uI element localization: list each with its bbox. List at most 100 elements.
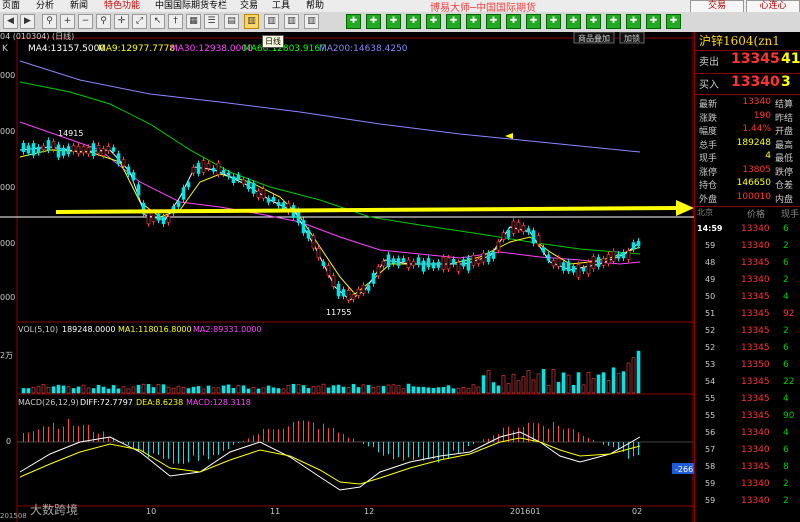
grid-icon[interactable]: ▦ (186, 14, 201, 29)
forward-icon[interactable]: ▶ (20, 14, 35, 29)
indicator-2-icon[interactable]: ✚ (366, 14, 381, 29)
indicator-14-icon[interactable]: ✚ (606, 14, 621, 29)
stat-value: 4 (765, 151, 771, 161)
stat-value: 13340 (742, 97, 771, 107)
zoom-icon[interactable]: ⚲ (96, 14, 111, 29)
tick-price: 13340 (741, 496, 770, 506)
menu-column[interactable]: 中国国际期货专栏 (155, 0, 227, 12)
indicator-10-icon[interactable]: ✚ (526, 14, 541, 29)
indicator-16-icon[interactable]: ✚ (646, 14, 661, 29)
zoom-out-icon[interactable]: − (78, 14, 93, 29)
tooltip: 日线 (262, 35, 284, 48)
drag-icon[interactable]: ⤢ (132, 14, 147, 29)
tick-header-price: 价格 (747, 210, 766, 220)
candle (106, 146, 111, 152)
chart-icon[interactable]: ▥ (304, 14, 319, 29)
kline-chart[interactable]: 04 (010304) (日线) 商品叠加 加锁 K MA4:13157.500… (0, 32, 694, 522)
tick-price: 13345 (741, 462, 770, 472)
volume-bar (491, 382, 496, 394)
indicator-11-icon[interactable]: ✚ (546, 14, 561, 29)
zoom-in-icon[interactable]: + (60, 14, 75, 29)
overlay-tab[interactable]: 商品叠加 (578, 33, 610, 43)
vol-value: 189248.0000 (62, 325, 115, 334)
candle (606, 254, 611, 264)
volume-bar (316, 385, 321, 394)
tick-volume: 2 (783, 496, 789, 506)
vol-tick: 2万 (0, 351, 13, 360)
cursor-icon[interactable]: ↖ (150, 14, 165, 29)
daily-chart-icon[interactable]: ▥ (244, 14, 259, 29)
candle (346, 290, 351, 301)
volume-bar (471, 384, 476, 394)
volume-bar (291, 383, 296, 394)
volume-bar (231, 388, 236, 394)
volume-bar (561, 372, 566, 394)
menu-analysis[interactable]: 分析 (36, 0, 54, 12)
candle (596, 257, 601, 267)
weekly-chart-icon[interactable]: ▥ (264, 14, 279, 29)
candle (526, 228, 531, 233)
tick-header-volume: 现手 (781, 210, 800, 220)
indicator-9-icon[interactable]: ✚ (506, 14, 521, 29)
tick-row: 54 13345 22 (695, 377, 800, 392)
volume-bar (351, 383, 356, 394)
tick-price: 13345 (741, 394, 770, 404)
menu-tools[interactable]: 工具 (272, 0, 290, 12)
indicator-1-icon[interactable]: ✚ (346, 14, 361, 29)
indicator-4-icon[interactable]: ✚ (406, 14, 421, 29)
volume-bar (621, 371, 626, 394)
volume-bar (51, 386, 56, 394)
indicator-12-icon[interactable]: ✚ (566, 14, 581, 29)
candle (101, 148, 106, 156)
volume-bar (536, 373, 541, 394)
tick-volume: 6 (783, 258, 789, 268)
volume-bar (221, 385, 226, 394)
volume-bar (586, 372, 591, 394)
indicator-5-icon[interactable]: ✚ (426, 14, 441, 29)
indicator-17-icon[interactable]: ✚ (666, 14, 681, 29)
candle (466, 257, 471, 271)
tick-price: 13345 (741, 411, 770, 421)
candle (246, 180, 251, 189)
monthly-chart-icon[interactable]: ▥ (284, 14, 299, 29)
stat-value: 1.44% (742, 124, 771, 134)
menu-features[interactable]: 特色功能 (104, 0, 140, 12)
stat-row: 持仓 146650 仓差 (695, 178, 800, 191)
volume-bar (126, 388, 131, 394)
tick-row: 59 13340 2 (695, 479, 800, 494)
volume-bar (276, 388, 281, 394)
candle (491, 251, 496, 259)
indicator-3-icon[interactable]: ✚ (386, 14, 401, 29)
tick-time: 54 (705, 377, 716, 386)
indicator-13-icon[interactable]: ✚ (586, 14, 601, 29)
tick-time: 57 (705, 445, 716, 454)
menu-page[interactable]: 页面 (2, 0, 20, 12)
crosshair-icon[interactable]: ✛ (114, 14, 129, 29)
indicator-7-icon[interactable]: ✚ (466, 14, 481, 29)
tick-volume: 6 (783, 445, 789, 455)
candle (626, 250, 631, 260)
menu-help[interactable]: 帮助 (306, 0, 324, 12)
menu-news[interactable]: 新闻 (70, 0, 88, 12)
volume-bar (161, 384, 166, 394)
back-icon[interactable]: ◀ (3, 14, 18, 29)
candle (621, 252, 626, 259)
indicator-6-icon[interactable]: ✚ (446, 14, 461, 29)
candle (66, 146, 71, 155)
lock-tab[interactable]: 加锁 (624, 33, 640, 43)
volume-bar (346, 387, 351, 394)
candle (376, 266, 381, 277)
pin-icon[interactable]: † (168, 14, 183, 29)
list-icon[interactable]: ☰ (204, 14, 219, 29)
period-icon[interactable]: ▤ (224, 14, 239, 29)
volume-bar (101, 386, 106, 394)
candle (196, 163, 201, 174)
indicator-8-icon[interactable]: ✚ (486, 14, 501, 29)
volume-bar (541, 369, 546, 394)
candle (496, 241, 501, 251)
stat-label: 持仓 (699, 181, 718, 191)
menu-trade[interactable]: 交易 (240, 0, 258, 12)
indicator-15-icon[interactable]: ✚ (626, 14, 641, 29)
search-icon[interactable]: ⚲ (42, 14, 57, 29)
tick-volume: 2 (783, 275, 789, 285)
